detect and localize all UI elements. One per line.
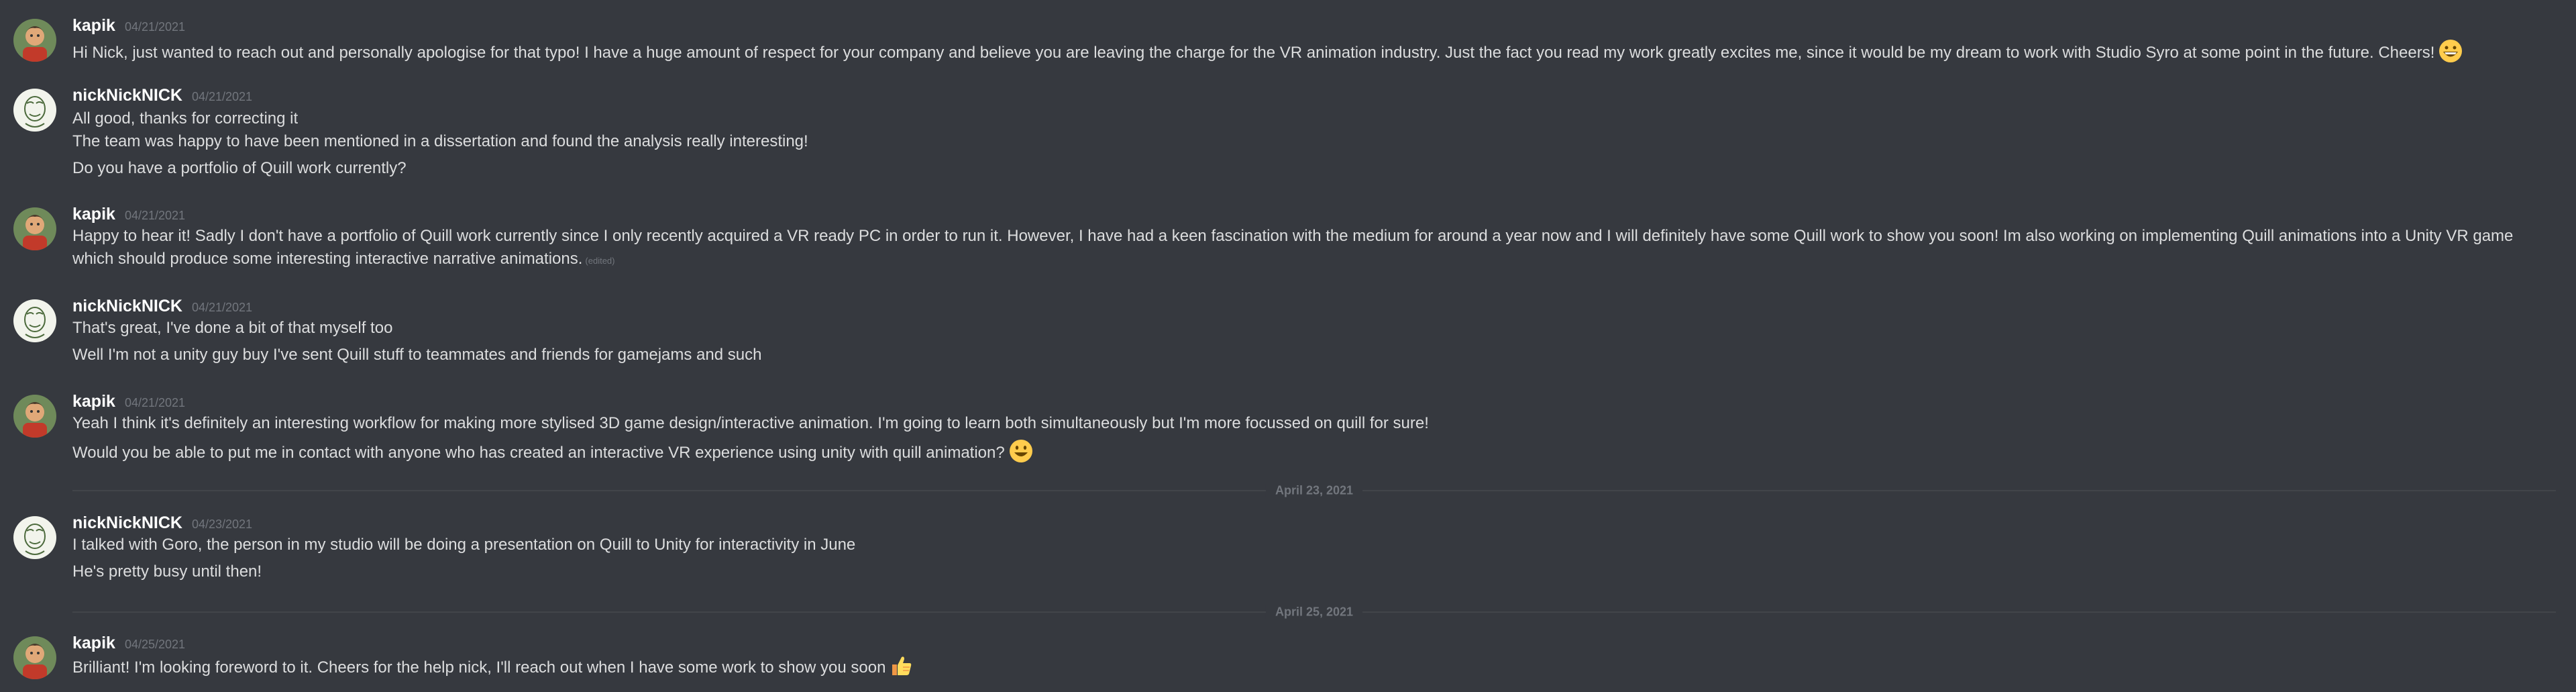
message-header: nickNickNICK 04/23/2021: [72, 513, 252, 536]
nick-avatar-image: [13, 89, 56, 132]
date-divider: April 23, 2021: [72, 483, 2556, 498]
message-header: kapik 04/21/2021: [72, 205, 185, 228]
message-text: Hi Nick, just wanted to reach out and pe…: [72, 39, 2556, 64]
avatar[interactable]: [13, 395, 56, 438]
avatar[interactable]: [13, 19, 56, 62]
message-text: All good, thanks for correcting it: [72, 109, 299, 128]
nick-avatar-image: [13, 516, 56, 559]
grinning-face-icon: [2438, 39, 2463, 63]
message-text: Well I'm not a unity guy buy I've sent Q…: [72, 346, 762, 364]
message-text: The team was happy to have been mentione…: [72, 132, 808, 150]
message-header: kapik 04/21/2021: [72, 16, 185, 39]
edited-label: (edited): [585, 256, 615, 266]
message-text: I talked with Goro, the person in my stu…: [72, 536, 856, 554]
kapik-avatar-image: [13, 19, 56, 62]
smiling-face-icon: [1009, 439, 1033, 463]
username[interactable]: nickNickNICK: [72, 297, 182, 315]
timestamp: 04/21/2021: [191, 301, 253, 314]
username[interactable]: kapik: [72, 16, 115, 35]
date-divider-label: April 23, 2021: [1265, 483, 1363, 498]
message-header: nickNickNICK 04/21/2021: [72, 297, 252, 319]
timestamp: 04/21/2021: [124, 396, 186, 409]
message-text: Happy to hear it! Sadly I don't have a p…: [72, 227, 2514, 268]
timestamp: 04/21/2021: [191, 90, 253, 103]
message-list: kapik 04/21/2021 Hi Nick, just wanted to …: [0, 0, 2576, 692]
message-text: That's great, I've done a bit of that my…: [72, 319, 393, 337]
username[interactable]: kapik: [72, 392, 115, 411]
thumbs-up-icon: [890, 654, 914, 678]
timestamp: 04/21/2021: [124, 20, 186, 34]
message-text: Yeah I think it's definitely an interest…: [72, 414, 1429, 432]
avatar[interactable]: [13, 299, 56, 342]
username[interactable]: nickNickNICK: [72, 513, 182, 532]
message-text: Would you be able to put me in contact w…: [72, 439, 2556, 464]
date-divider-label: April 25, 2021: [1265, 605, 1363, 620]
message-header: kapik 04/25/2021: [72, 634, 185, 656]
username[interactable]: kapik: [72, 205, 115, 224]
avatar[interactable]: [13, 636, 56, 679]
timestamp: 04/25/2021: [124, 638, 186, 651]
message-text: Brilliant! I'm looking foreword to it. C…: [72, 654, 2556, 679]
username[interactable]: kapik: [72, 634, 115, 652]
kapik-avatar-image: [13, 207, 56, 250]
avatar[interactable]: [13, 89, 56, 132]
avatar[interactable]: [13, 207, 56, 250]
date-divider: April 25, 2021: [72, 605, 2556, 620]
avatar[interactable]: [13, 516, 56, 559]
kapik-avatar-image: [13, 636, 56, 679]
timestamp: 04/23/2021: [191, 517, 253, 531]
timestamp: 04/21/2021: [124, 209, 186, 222]
message-text: Do you have a portfolio of Quill work cu…: [72, 159, 407, 177]
nick-avatar-image: [13, 299, 56, 342]
message-header: kapik 04/21/2021: [72, 392, 185, 415]
message-text: He's pretty busy until then!: [72, 562, 262, 581]
message-header: nickNickNICK 04/21/2021: [72, 86, 252, 109]
kapik-avatar-image: [13, 395, 56, 438]
username[interactable]: nickNickNICK: [72, 86, 182, 105]
